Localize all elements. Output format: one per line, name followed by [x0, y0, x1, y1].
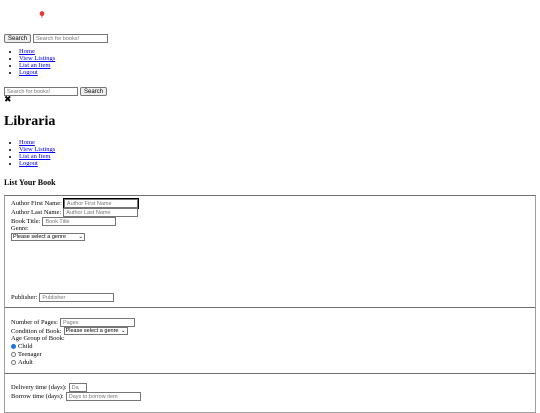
age-option-label: Child [18, 343, 33, 350]
mobile-nav-menu: Home View Listings List an Item Logout [0, 48, 55, 76]
author-last-row: Author Last Name: [11, 208, 139, 217]
author-first-input[interactable] [62, 198, 139, 209]
delivery-row: Delivery time (days): [11, 383, 87, 392]
publisher-input[interactable] [39, 293, 115, 302]
publisher-row: Publisher: [11, 293, 115, 302]
chevron-down-icon: ⌄ [120, 328, 126, 334]
close-icon[interactable]: ✖ [4, 96, 12, 105]
chevron-down-icon: ⌄ [78, 234, 83, 240]
condition-label: Condition of Book: [11, 327, 62, 335]
author-last-input[interactable] [63, 208, 139, 217]
search-input[interactable] [33, 34, 109, 43]
genre-label-row: Genre: [11, 225, 29, 232]
radio-adult[interactable] [11, 360, 16, 365]
borrow-input[interactable] [65, 392, 141, 401]
pages-input[interactable] [59, 318, 135, 327]
search-button[interactable]: Search [4, 34, 32, 43]
age-option-teenager[interactable]: Teenager [11, 351, 42, 358]
nav-link-list-item[interactable]: List an Item [19, 153, 50, 160]
book-title-label: Book Title: [11, 218, 41, 225]
age-option-child[interactable]: Child [11, 343, 32, 350]
form-title: List Your Book [4, 178, 56, 187]
nav-link-logout[interactable]: Logout [19, 69, 38, 76]
delivery-label: Delivery time (days): [11, 384, 67, 391]
age-group-label-row: Age Group of Book: [11, 335, 65, 342]
nav-link-list-item[interactable]: List an Item [19, 62, 50, 69]
pages-row: Number of Pages: [11, 318, 135, 327]
borrow-row: Borrow time (days): [11, 392, 141, 401]
search-button-secondary[interactable]: Search [80, 87, 108, 96]
secondary-search-bar: Search [4, 87, 108, 96]
site-title: Libraria [4, 114, 56, 129]
nav-link-logout[interactable]: Logout [19, 160, 38, 167]
book-condition-fieldset: Number of Pages: Condition of Book: Plea… [4, 307, 536, 374]
header-search-bar: Search [4, 34, 109, 43]
pages-label: Number of Pages: [11, 319, 58, 326]
genre-select-row: Please select a genre ⌄ [11, 233, 85, 241]
balloon-logo-icon [39, 11, 45, 18]
search-input-secondary[interactable] [4, 87, 78, 96]
nav-link-view-listings[interactable]: View Listings [19, 146, 55, 153]
nav-link-home[interactable]: Home [19, 48, 35, 55]
age-option-label: Teenager [18, 351, 42, 358]
borrow-label: Borrow time (days): [11, 393, 64, 400]
book-details-fieldset: Author First Name: Author Last Name: Boo… [4, 195, 536, 308]
age-option-label: Adult [18, 359, 33, 366]
nav-link-view-listings[interactable]: View Listings [19, 55, 55, 62]
condition-select-value: Please select a genre [65, 328, 119, 334]
book-title-input[interactable] [42, 217, 117, 226]
genre-select-value: Please select a genre [13, 234, 66, 240]
age-option-adult[interactable]: Adult [11, 359, 33, 366]
book-timing-fieldset: Delivery time (days): Borrow time (days)… [4, 373, 536, 413]
radio-child[interactable] [11, 344, 16, 349]
condition-row: Condition of Book: Please select a genre… [11, 327, 128, 335]
author-first-row: Author First Name: [11, 198, 139, 209]
main-nav-menu: Home View Listings List an Item Logout [0, 139, 55, 167]
genre-label: Genre: [11, 225, 29, 232]
radio-teenager[interactable] [11, 352, 16, 357]
author-last-label: Author Last Name: [11, 209, 62, 216]
publisher-label: Publisher: [11, 294, 38, 301]
author-first-label: Author First Name: [11, 200, 62, 207]
nav-link-home[interactable]: Home [19, 139, 35, 146]
condition-select[interactable]: Please select a genre ⌄ [63, 327, 128, 335]
delivery-input[interactable] [68, 383, 87, 392]
genre-select[interactable]: Please select a genre ⌄ [11, 233, 85, 241]
age-group-label: Age Group of Book: [11, 335, 65, 342]
